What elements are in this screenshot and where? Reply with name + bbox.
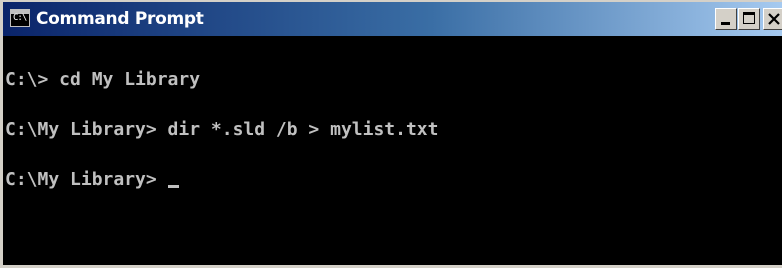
minimize-icon xyxy=(721,22,730,25)
maximize-icon xyxy=(743,12,755,24)
maximize-button[interactable] xyxy=(738,8,760,30)
console-line: C:\> cd My Library xyxy=(5,69,201,90)
minimize-button[interactable] xyxy=(715,8,737,30)
console-prompt-line[interactable]: C:\My Library> xyxy=(5,169,179,191)
text-cursor xyxy=(167,185,179,188)
console-line: C:\My Library> dir *.sld /b > mylist.txt xyxy=(5,119,439,140)
console-prompt: C:\My Library> xyxy=(5,169,168,190)
title-bar[interactable]: C:\ Command Prompt xyxy=(3,2,782,36)
window-title: Command Prompt xyxy=(36,9,204,29)
console-output-area[interactable]: C:\> cd My Library C:\My Library> dir *.… xyxy=(3,36,782,265)
close-button[interactable] xyxy=(763,8,782,30)
app-icon-glyph: C:\ xyxy=(13,13,27,23)
console-app-icon[interactable]: C:\ xyxy=(10,9,30,27)
close-icon xyxy=(768,13,780,25)
